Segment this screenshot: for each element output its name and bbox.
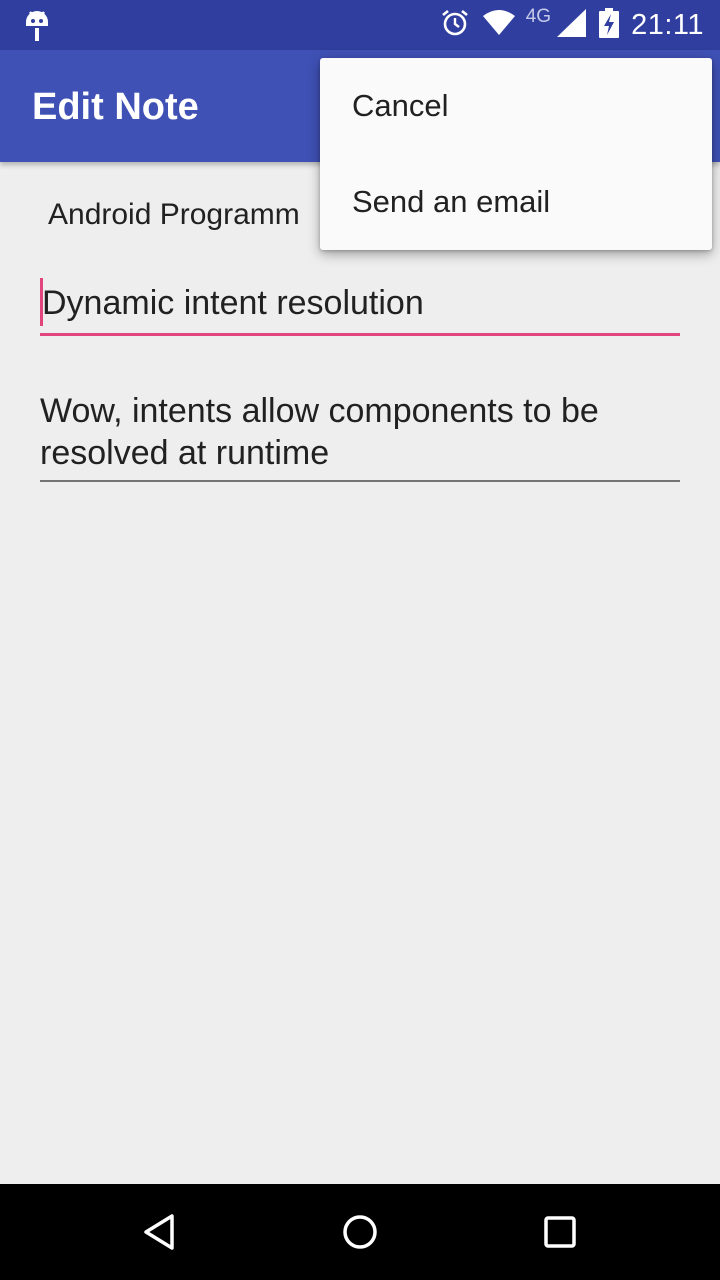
status-bar: 4G 21:11 bbox=[0, 0, 720, 50]
cell-signal-icon bbox=[557, 8, 587, 42]
overflow-menu: Cancel Send an email bbox=[320, 58, 712, 250]
menu-item-cancel[interactable]: Cancel bbox=[320, 58, 712, 154]
wifi-icon bbox=[482, 9, 516, 41]
back-icon[interactable] bbox=[136, 1208, 184, 1256]
status-icons: 4G 21:11 bbox=[428, 0, 704, 50]
status-clock: 21:11 bbox=[631, 8, 704, 41]
android-debug-icon bbox=[22, 8, 52, 42]
menu-item-send-email[interactable]: Send an email bbox=[320, 154, 712, 250]
home-icon[interactable] bbox=[336, 1208, 384, 1256]
page-title: Edit Note bbox=[32, 86, 199, 128]
note-title-field[interactable]: Dynamic intent resolution bbox=[40, 278, 680, 336]
note-title-text: Dynamic intent resolution bbox=[42, 284, 424, 322]
navigation-bar bbox=[0, 1184, 720, 1280]
course-spinner[interactable]: Android Programm bbox=[48, 198, 300, 232]
battery-charging-icon bbox=[599, 7, 620, 43]
network-type-label: 4G bbox=[525, 6, 552, 27]
recents-icon[interactable] bbox=[536, 1208, 584, 1256]
note-body-text: Wow, intents allow components to be reso… bbox=[40, 392, 599, 472]
alarm-icon bbox=[440, 8, 470, 43]
note-text-field[interactable]: Wow, intents allow components to be reso… bbox=[40, 390, 680, 482]
